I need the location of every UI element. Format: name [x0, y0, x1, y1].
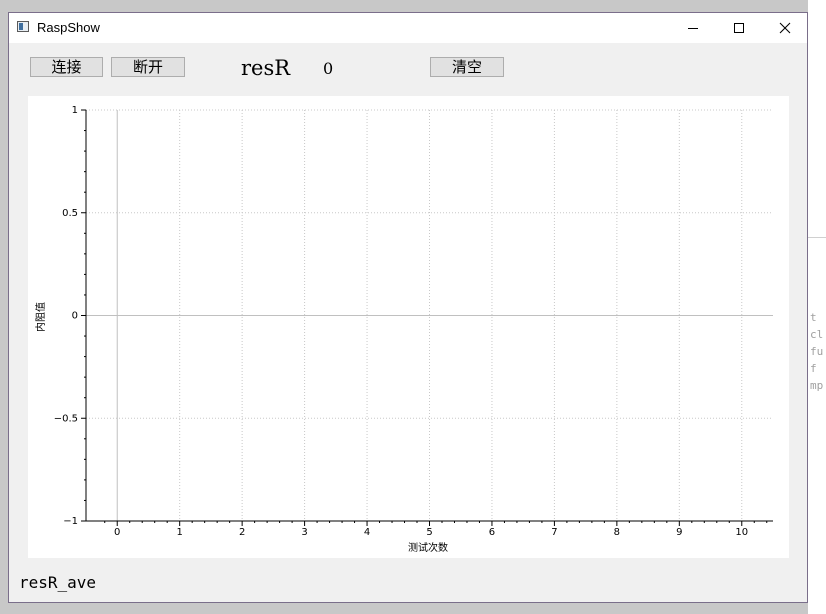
connect-button[interactable]: 连接: [30, 57, 103, 77]
x-tick-label: 0: [114, 527, 120, 538]
y-tick-label: 0: [72, 311, 78, 322]
x-tick-label: 9: [676, 527, 682, 538]
background-divider: [808, 237, 826, 238]
x-tick-label: 10: [735, 527, 748, 538]
y-tick-label: −0.5: [54, 413, 78, 424]
chart: 0 1 2 3 4 5 6 7 8 9 10 −1 −0.5 0 0.5 1 测试次数 内阻值: [34, 105, 773, 554]
clear-button[interactable]: 清空: [430, 57, 504, 77]
background-code-line: cl: [810, 328, 824, 341]
res-ave-label: resR_ave: [19, 573, 97, 592]
background-code-line: f: [810, 362, 817, 375]
maximize-icon: [734, 23, 744, 33]
x-tick-label: 4: [364, 527, 370, 538]
x-tick-label: 7: [551, 527, 557, 538]
x-tick-label: 5: [426, 527, 432, 538]
x-tick-label: 2: [239, 527, 245, 538]
close-button[interactable]: [762, 13, 807, 43]
disconnect-button[interactable]: 断开: [111, 57, 185, 77]
y-tick-label: 1: [72, 105, 78, 116]
background-code-line: mp: [810, 379, 824, 392]
title-bar[interactable]: RaspShow: [9, 13, 807, 43]
minimize-icon: [688, 28, 698, 29]
chart-panel: 0 1 2 3 4 5 6 7 8 9 10 −1 −0.5 0 0.5 1 测试次数 内阻值: [28, 96, 789, 558]
maximize-button[interactable]: [716, 13, 762, 43]
y-axis-label: 内阻值: [34, 302, 47, 332]
close-icon: [779, 22, 791, 34]
x-tick-label: 6: [489, 527, 495, 538]
res-value: 0: [323, 59, 334, 78]
y-tick-label: 0.5: [62, 208, 78, 219]
x-tick-label: 3: [301, 527, 307, 538]
x-axis-label: 测试次数: [408, 541, 448, 554]
x-tick-label: 8: [614, 527, 620, 538]
background-editor: [808, 0, 826, 614]
res-label: resR: [241, 56, 291, 80]
y-tick-label: −1: [63, 516, 78, 527]
background-code-line: t: [810, 311, 817, 324]
x-tick-label: 1: [176, 527, 182, 538]
minimize-button[interactable]: [670, 13, 716, 43]
app-window: RaspShow 连接 断开 resR 0 清空 0 1 2 3 4 5 6 7 8 9 10 −1−…: [8, 12, 808, 603]
background-code-line: fu: [810, 345, 824, 358]
window-title: RaspShow: [37, 20, 100, 35]
app-icon: [17, 21, 29, 32]
